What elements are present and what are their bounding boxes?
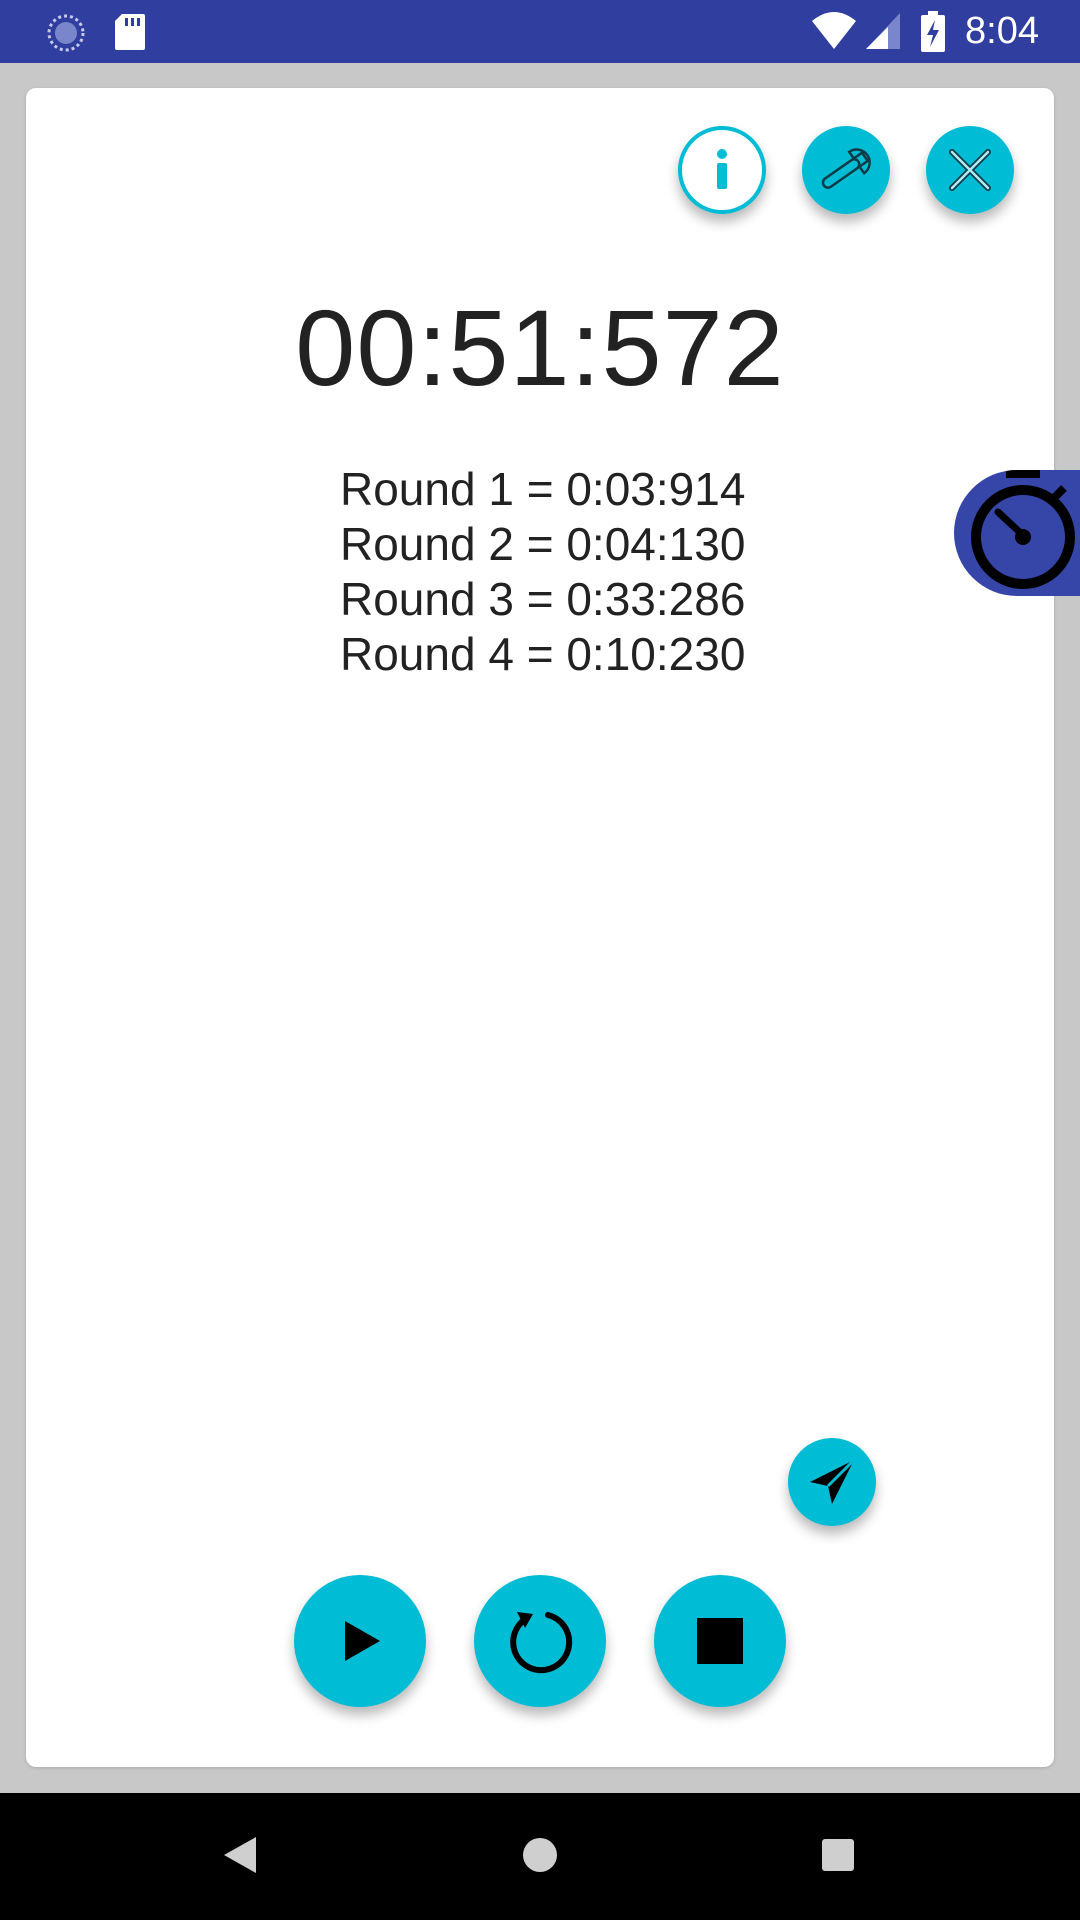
- sync-icon: [46, 13, 86, 58]
- close-icon: [940, 140, 1000, 200]
- recents-icon[interactable]: [821, 1838, 855, 1877]
- send-icon: [802, 1452, 862, 1512]
- lap-item: Round 1 = 0:03:914: [340, 463, 746, 515]
- lap-item: Round 2 = 0:04:130: [340, 518, 746, 570]
- share-button[interactable]: [788, 1438, 876, 1526]
- stop-button[interactable]: [654, 1575, 786, 1707]
- reset-icon: [503, 1604, 577, 1678]
- wifi-icon: [810, 11, 858, 56]
- play-button[interactable]: [294, 1575, 426, 1707]
- info-button[interactable]: [678, 126, 766, 214]
- signal-icon: [864, 11, 902, 56]
- close-button[interactable]: [926, 126, 1014, 214]
- lap-item: Round 4 = 0:10:230: [340, 628, 746, 680]
- wrench-icon: [811, 135, 881, 205]
- play-icon: [335, 1616, 385, 1666]
- back-icon[interactable]: [222, 1835, 258, 1880]
- stop-icon: [696, 1617, 744, 1665]
- sd-card-icon: [114, 13, 146, 56]
- info-icon: [687, 135, 757, 205]
- battery-charging-icon: [920, 11, 946, 58]
- floating-stopwatch-button[interactable]: [954, 470, 1080, 596]
- home-icon[interactable]: [521, 1836, 559, 1879]
- settings-button[interactable]: [802, 126, 890, 214]
- status-bar: 8:04: [0, 0, 1080, 63]
- elapsed-time: 00:51:572: [295, 287, 785, 408]
- reset-button[interactable]: [474, 1575, 606, 1707]
- status-clock: 8:04: [965, 10, 1039, 52]
- lap-item: Round 3 = 0:33:286: [340, 573, 746, 625]
- lap-list: Round 1 = 0:03:914 Round 2 = 0:04:130 Ro…: [340, 462, 745, 682]
- stopwatch-icon: [960, 470, 1080, 596]
- navigation-bar: [0, 1793, 1080, 1920]
- stopwatch-card: 00:51:572 Round 1 = 0:03:914 Round 2 = 0…: [26, 88, 1054, 1767]
